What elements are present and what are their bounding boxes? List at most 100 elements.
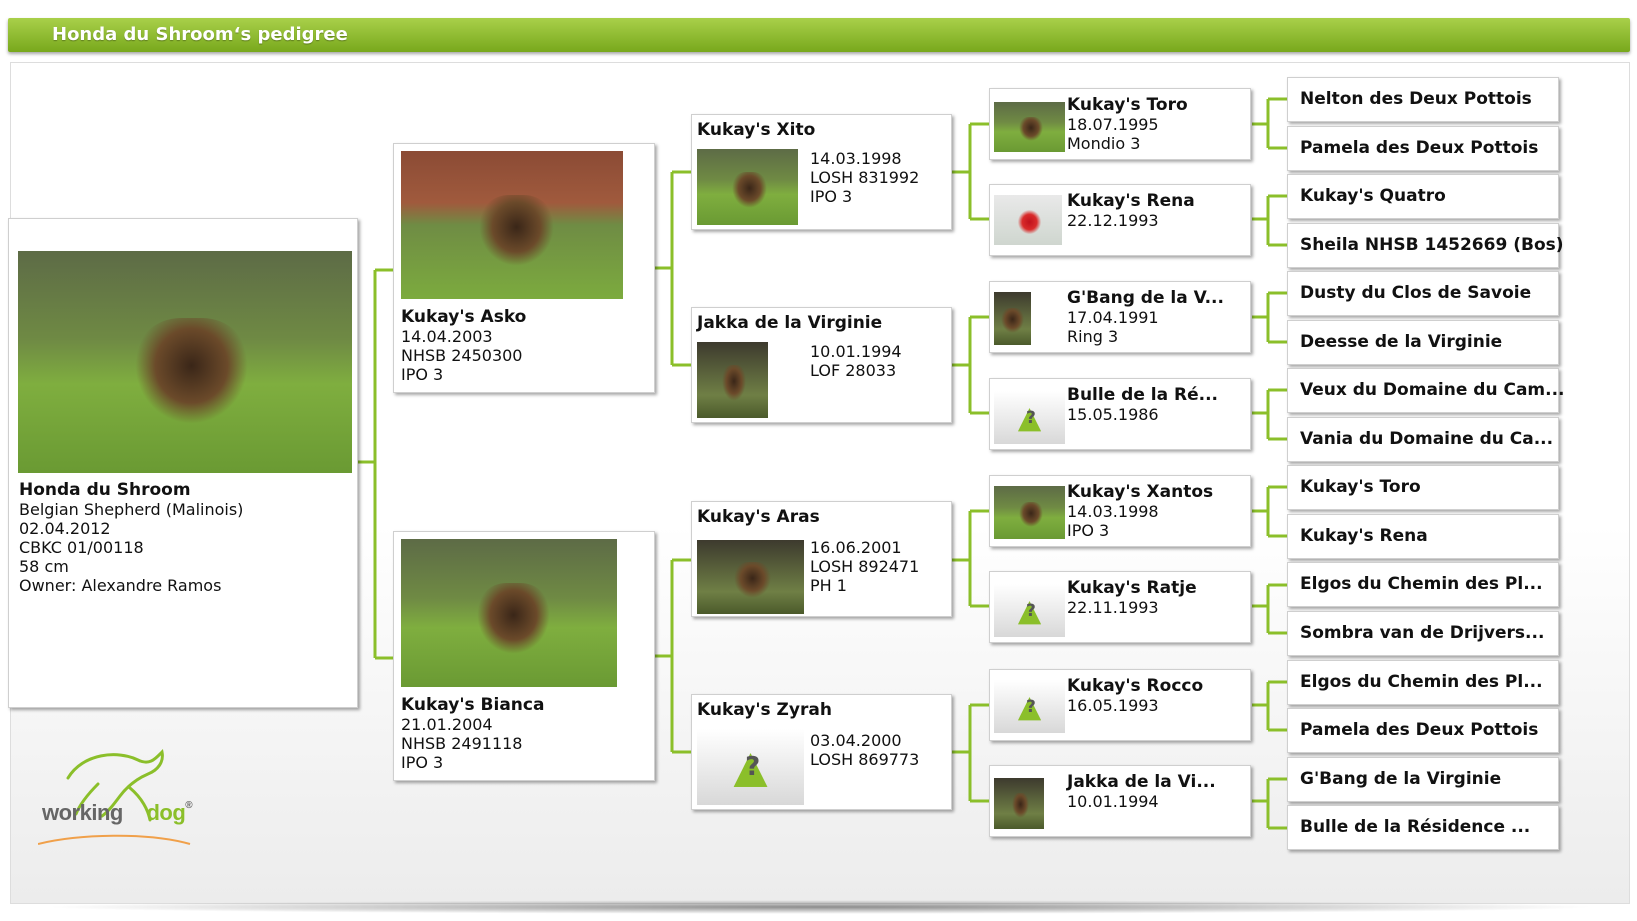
- great-grandparent-card[interactable]: Kukay's Toro 18.07.1995 Mondio 3: [989, 88, 1251, 160]
- great-grandparent-card[interactable]: G'Bang de la V... 17.04.1991 Ring 3: [989, 281, 1251, 353]
- grandparent-card[interactable]: Kukay's Zyrah ▲ ? 03.04.2000 LOSH 869773: [691, 694, 952, 810]
- parent-info-line: IPO 3: [401, 753, 444, 772]
- ancestor-card[interactable]: Bulle de la Résidence ...: [1287, 805, 1559, 850]
- question-mark-icon: ?: [1025, 407, 1036, 428]
- subject-card[interactable]: Honda du Shroom Belgian Shepherd (Malino…: [8, 218, 358, 708]
- great-grandparent-info-line: 18.07.1995: [1067, 115, 1159, 134]
- ancestor-name: Vania du Domaine du Ca...: [1300, 429, 1554, 449]
- ancestor-name: Sheila NHSB 1452669 (Bos): [1300, 235, 1564, 255]
- great-grandparent-card[interactable]: ▲ ? Bulle de la Ré... 15.05.1986: [989, 378, 1251, 450]
- great-grandparent-info-line: 15.05.1986: [1067, 405, 1159, 424]
- great-grandparent-info-line: 10.01.1994: [1067, 792, 1159, 811]
- ancestor-name: Kukay's Toro: [1300, 477, 1421, 497]
- ancestor-card[interactable]: Sheila NHSB 1452669 (Bos): [1287, 223, 1564, 268]
- subject-breed: Belgian Shepherd (Malinois): [19, 500, 244, 519]
- ancestor-card[interactable]: Nelton des Deux Pottois: [1287, 77, 1559, 122]
- parent-card-dam[interactable]: Kukay's Bianca 21.01.2004 NHSB 2491118 I…: [393, 531, 655, 781]
- great-grandparent-photo: [994, 195, 1062, 245]
- unknown-dog-icon: ▲ ?: [994, 680, 1065, 733]
- grandparent-name: Jakka de la Virginie: [697, 313, 883, 333]
- parent-info-line: 21.01.2004: [401, 715, 493, 734]
- grandparent-info-line: 10.01.1994: [810, 342, 902, 361]
- ancestor-name: Pamela des Deux Pottois: [1300, 720, 1539, 740]
- subject-name: Honda du Shroom: [19, 480, 191, 500]
- ancestor-card[interactable]: Pamela des Deux Pottois: [1287, 126, 1559, 171]
- subject-registration: CBKC 01/00118: [19, 538, 144, 557]
- great-grandparent-name: Jakka de la Vi...: [1067, 772, 1216, 792]
- great-grandparent-name: Kukay's Xantos: [1067, 482, 1214, 502]
- ancestor-card[interactable]: Elgos du Chemin des Pl...: [1287, 562, 1559, 607]
- ancestor-card[interactable]: Deesse de la Virginie: [1287, 320, 1559, 365]
- parent-photo: [401, 151, 623, 299]
- ancestor-card[interactable]: Sombra van de Drijvers...: [1287, 611, 1559, 656]
- parent-info-line: NHSB 2491118: [401, 734, 523, 753]
- great-grandparent-card[interactable]: Jakka de la Vi... 10.01.1994: [989, 765, 1251, 837]
- grandparent-info-line: PH 1: [810, 576, 847, 595]
- great-grandparent-card[interactable]: ▲ ? Kukay's Rocco 16.05.1993: [989, 669, 1251, 741]
- ancestor-name: Kukay's Quatro: [1300, 186, 1446, 206]
- great-grandparent-name: Kukay's Rocco: [1067, 676, 1204, 696]
- ancestor-card[interactable]: Elgos du Chemin des Pl...: [1287, 660, 1559, 705]
- grandparent-card[interactable]: Jakka de la Virginie 10.01.1994 LOF 2803…: [691, 307, 952, 423]
- parent-info-line: NHSB 2450300: [401, 346, 523, 365]
- great-grandparent-photo: [994, 486, 1065, 539]
- subject-born: 02.04.2012: [19, 519, 111, 538]
- grandparent-name: Kukay's Xito: [697, 120, 816, 140]
- ancestor-card[interactable]: Veux du Domaine du Cam...: [1287, 368, 1565, 413]
- ancestor-name: G'Bang de la Virginie: [1300, 769, 1502, 789]
- great-grandparent-info-line: 16.05.1993: [1067, 696, 1159, 715]
- ancestor-card[interactable]: Pamela des Deux Pottois: [1287, 708, 1559, 753]
- grandparent-card[interactable]: Kukay's Xito 14.03.1998 LOSH 831992 IPO …: [691, 114, 952, 230]
- grandparent-info-line: LOSH 869773: [810, 750, 920, 769]
- parent-name: Kukay's Asko: [401, 307, 527, 327]
- great-grandparent-photo: [994, 292, 1031, 345]
- ancestor-name: Sombra van de Drijvers...: [1300, 623, 1545, 643]
- parent-card-sire[interactable]: Kukay's Asko 14.04.2003 NHSB 2450300 IPO…: [393, 143, 655, 393]
- grandparent-photo: [697, 342, 768, 418]
- great-grandparent-info-line: 14.03.1998: [1067, 502, 1159, 521]
- great-grandparent-card[interactable]: ▲ ? Kukay's Ratje 22.11.1993: [989, 571, 1251, 643]
- ancestor-name: Elgos du Chemin des Pl...: [1300, 672, 1543, 692]
- question-mark-icon: ?: [745, 752, 761, 782]
- ancestor-name: Deesse de la Virginie: [1300, 332, 1503, 352]
- grandparent-photo: [697, 149, 798, 225]
- ancestor-name: Bulle de la Résidence ...: [1300, 817, 1531, 837]
- logo-wordmark: working dog®: [42, 800, 193, 826]
- logo-registered-mark: ®: [185, 800, 193, 811]
- great-grandparent-info-line: 22.12.1993: [1067, 211, 1159, 230]
- ancestor-card[interactable]: Kukay's Rena: [1287, 514, 1559, 559]
- ancestor-card[interactable]: Kukay's Toro: [1287, 465, 1559, 510]
- unknown-dog-icon: ▲ ?: [994, 391, 1065, 444]
- great-grandparent-photo: [994, 778, 1044, 829]
- grandparent-name: Kukay's Zyrah: [697, 700, 832, 720]
- unknown-dog-icon: ▲ ?: [994, 584, 1065, 637]
- grandparent-info-line: 03.04.2000: [810, 731, 902, 750]
- ancestor-card[interactable]: Vania du Domaine du Ca...: [1287, 417, 1559, 462]
- great-grandparent-name: Kukay's Toro: [1067, 95, 1188, 115]
- ancestor-name: Dusty du Clos de Savoie: [1300, 283, 1532, 303]
- grandparent-photo: [697, 540, 804, 614]
- parent-info-line: IPO 3: [401, 365, 444, 384]
- great-grandparent-card[interactable]: Kukay's Rena 22.12.1993: [989, 184, 1251, 256]
- subject-photo: [18, 251, 352, 473]
- great-grandparent-photo: [994, 102, 1065, 152]
- ancestor-card[interactable]: Kukay's Quatro: [1287, 174, 1559, 219]
- ancestor-name: Elgos du Chemin des Pl...: [1300, 574, 1543, 594]
- grandparent-info-line: LOSH 831992: [810, 168, 920, 187]
- great-grandparent-info-line: Mondio 3: [1067, 134, 1141, 153]
- grandparent-info-line: IPO 3: [810, 187, 853, 206]
- parent-photo: [401, 539, 617, 687]
- great-grandparent-card[interactable]: Kukay's Xantos 14.03.1998 IPO 3: [989, 475, 1251, 547]
- great-grandparent-name: Kukay's Rena: [1067, 191, 1195, 211]
- ancestor-card[interactable]: Dusty du Clos de Savoie: [1287, 271, 1559, 316]
- grandparent-name: Kukay's Aras: [697, 507, 820, 527]
- great-grandparent-info-line: IPO 3: [1067, 521, 1110, 540]
- ancestor-name: Veux du Domaine du Cam...: [1300, 380, 1565, 400]
- grandparent-info-line: 14.03.1998: [810, 149, 902, 168]
- logo-word-working: working: [42, 800, 123, 825]
- grandparent-info-line: LOSH 892471: [810, 557, 920, 576]
- grandparent-card[interactable]: Kukay's Aras 16.06.2001 LOSH 892471 PH 1: [691, 501, 952, 617]
- ancestor-card[interactable]: G'Bang de la Virginie: [1287, 757, 1559, 802]
- ancestor-name: Nelton des Deux Pottois: [1300, 89, 1532, 109]
- parent-info-line: 14.04.2003: [401, 327, 493, 346]
